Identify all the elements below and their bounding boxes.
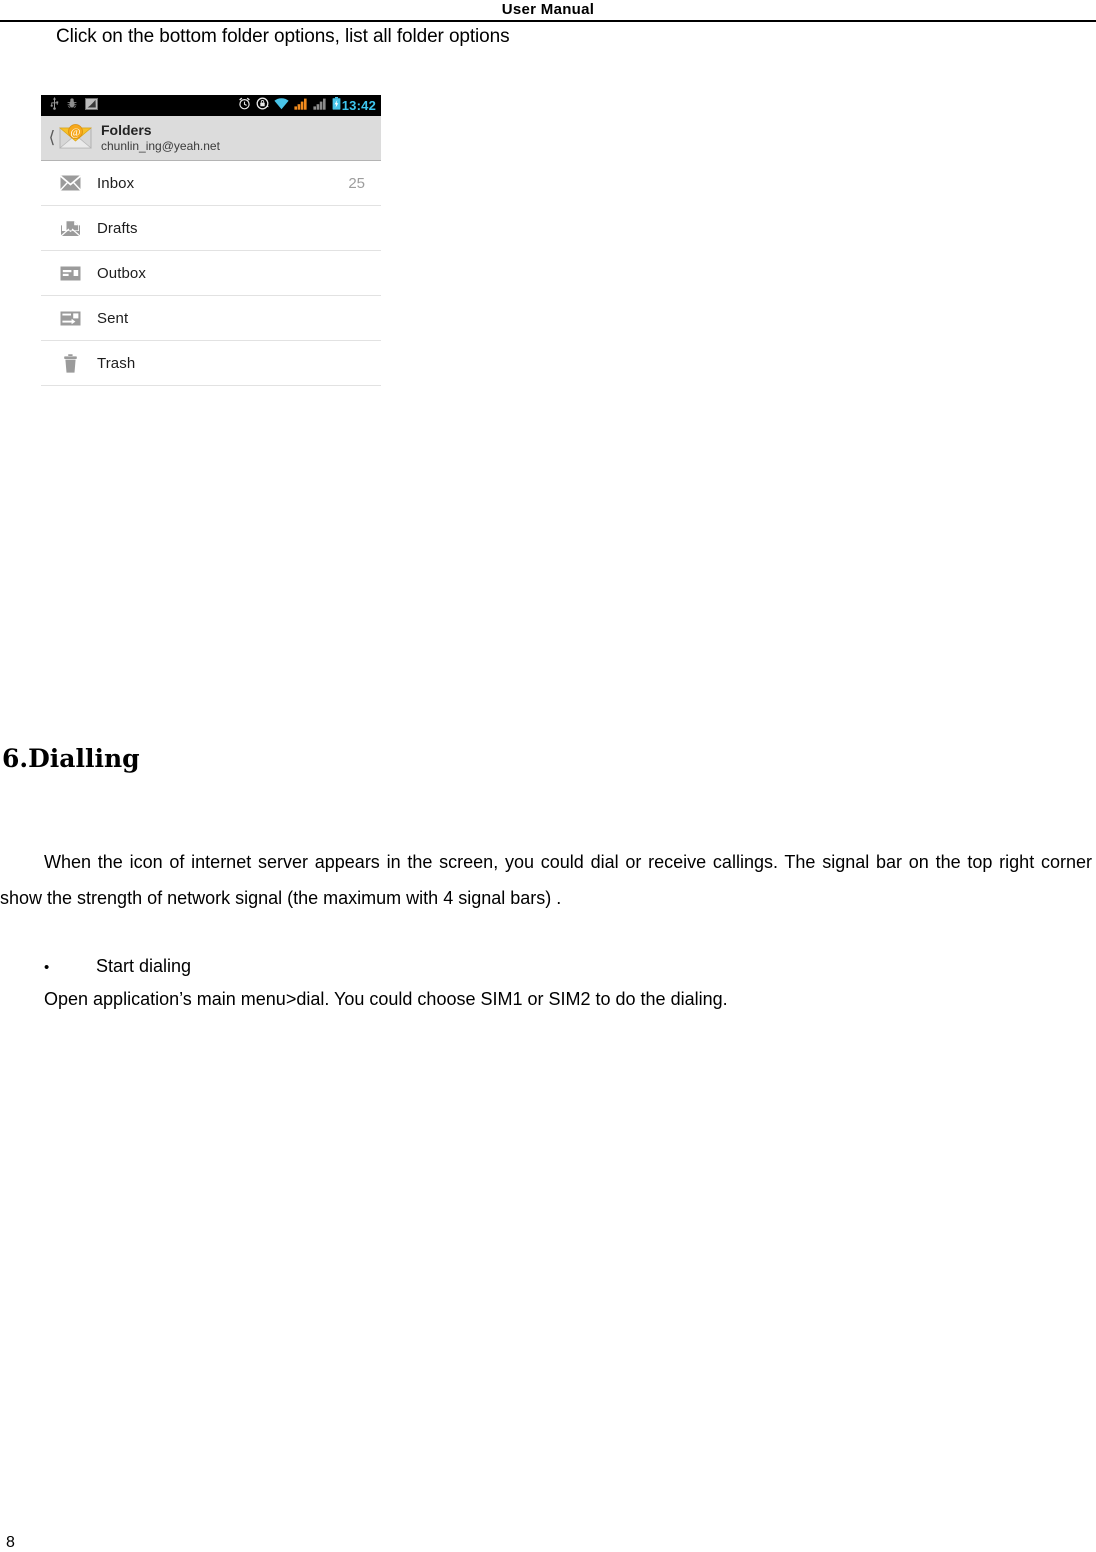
header-title: User Manual [501, 1, 595, 18]
android-status-bar: 13:42 [41, 95, 381, 116]
folder-label: Sent [97, 309, 129, 327]
folder-label: Inbox [97, 174, 135, 192]
page-content: Click on the bottom folder options, list… [0, 22, 1096, 1552]
alarm-clock-icon [238, 97, 251, 115]
inbox-envelope-icon [59, 175, 81, 191]
folder-label: Trash [97, 354, 136, 372]
status-bar-clock: 13:42 [341, 98, 376, 113]
bullet-label: Start dialing [96, 956, 192, 976]
outbox-icon [59, 266, 81, 281]
folders-title: Folders [101, 122, 152, 138]
battery-charging-icon [332, 96, 341, 115]
list-item[interactable]: Outbox [41, 251, 381, 296]
usb-icon [50, 96, 59, 115]
screenshot-icon [85, 97, 98, 115]
wifi-icon [274, 97, 289, 115]
list-item[interactable]: Drafts [41, 206, 381, 251]
list-item[interactable]: Trash [41, 341, 381, 386]
drafts-icon [59, 220, 81, 237]
rotation-lock-icon [256, 97, 269, 115]
account-email: chunlin_ing@yeah.net [101, 139, 220, 153]
list-item[interactable]: Inbox 25 [41, 161, 381, 206]
bullet-body-text: Open application’s main menu>dial. You c… [44, 989, 728, 1009]
section-paragraph: When the icon of internet server appears… [0, 844, 1096, 916]
folder-label: Outbox [97, 264, 146, 282]
email-at-icon: @ [58, 122, 93, 154]
debug-bug-icon [67, 97, 77, 115]
signal-sim2-icon [313, 97, 327, 115]
account-header-bar[interactable]: ⟨ @ Folders chunlin_ing@yeah.net [41, 116, 381, 161]
paragraph-text: When the icon of internet server appears… [0, 852, 1092, 908]
status-bar-right-icons [238, 96, 341, 115]
phone-screenshot: 13:42 ⟨ @ Folders chunlin_ing@yeah.net I… [41, 95, 381, 386]
sent-icon [59, 311, 81, 326]
bullet-marker-icon: • [44, 959, 50, 976]
svg-text:@: @ [70, 127, 80, 139]
account-header-text: Folders chunlin_ing@yeah.net [101, 122, 220, 154]
back-chevron-icon[interactable]: ⟨ [45, 129, 59, 147]
folder-label: Drafts [97, 219, 138, 237]
signal-sim1-icon [294, 97, 308, 115]
status-bar-left-icons [50, 96, 98, 115]
list-item[interactable]: Sent [41, 296, 381, 341]
folder-unread-count: 25 [348, 174, 365, 192]
page-number: 8 [6, 1534, 15, 1551]
bullet-item: • Start dialing [44, 952, 191, 982]
figure-caption: Click on the bottom folder options, list… [56, 26, 510, 47]
trash-icon [59, 353, 81, 373]
document-header: User Manual [0, 0, 1096, 22]
folder-list: Inbox 25 Drafts Outbox Sent Trash [41, 161, 381, 386]
section-heading: 6.Dialling [2, 744, 140, 773]
